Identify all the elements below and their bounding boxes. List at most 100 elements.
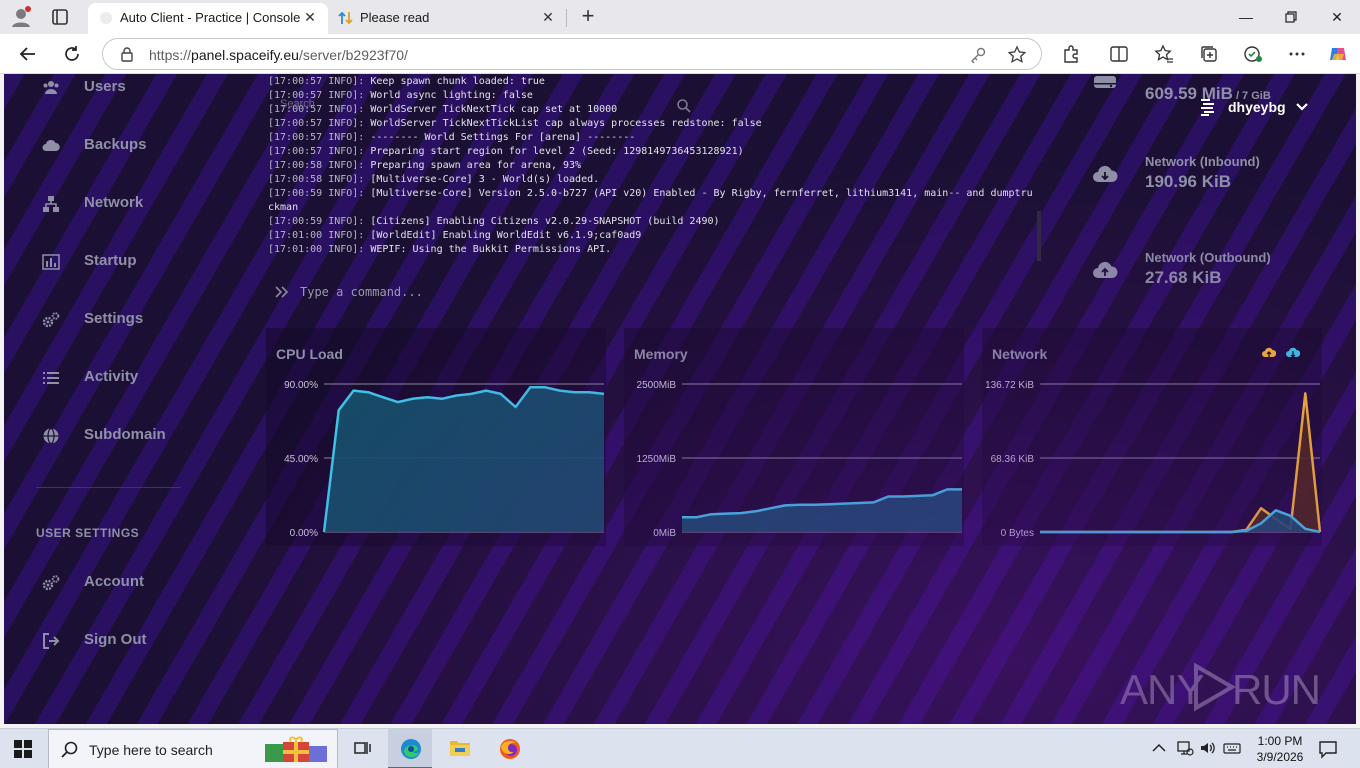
console-timestamp: [17:00:57 INFO]: xyxy=(268,132,365,143)
cpu-load-chart: 90.00% 45.00% 0.00% CPU Load xyxy=(266,328,606,546)
cloud-download-legend-icon[interactable] xyxy=(1286,346,1300,360)
globe-icon xyxy=(42,427,60,445)
console-message: [Citizens] Enabling Citizens v2.0.29-SNA… xyxy=(364,216,720,227)
taskbar-search-box[interactable]: Type here to search xyxy=(48,729,338,768)
browser-nav-bar: https://panel.spaceify.eu/server/b2923f7… xyxy=(0,34,1360,74)
console-line: ckman xyxy=(268,202,298,213)
y-tick-label: 136.72 KiB xyxy=(985,380,1034,391)
tab-actions-icon[interactable] xyxy=(48,6,72,28)
performance-icon[interactable] xyxy=(1243,44,1263,64)
console-output[interactable]: [17:00:57 INFO]: Keep spawn chunk loaded… xyxy=(266,74,1044,302)
sidebar-item-label: Network xyxy=(84,194,144,211)
notification-icon[interactable] xyxy=(1318,739,1338,759)
console-line: [17:00:59 INFO]: [Multiverse-Core] Versi… xyxy=(268,188,1033,199)
y-tick-label: 90.00% xyxy=(284,380,318,391)
chevrons-right-icon xyxy=(274,285,290,299)
favorite-star-icon[interactable] xyxy=(1007,45,1027,65)
favorites-icon[interactable] xyxy=(1154,44,1174,64)
browser-tab-bar: Auto Client - Practice | Console ✕ Pleas… xyxy=(0,0,1360,34)
edge-browser-icon[interactable] xyxy=(388,729,432,768)
page-favicon-icon xyxy=(98,10,114,26)
restore-icon[interactable] xyxy=(1279,6,1303,28)
url-text[interactable]: https://panel.spaceify.eu/server/b2923f7… xyxy=(149,47,408,63)
console-message: [Multiverse-Core] 3 - World(s) loaded. xyxy=(364,174,600,185)
console-line: [17:00:57 INFO]: Preparing start region … xyxy=(268,146,744,157)
users-icon xyxy=(42,79,60,97)
file-explorer-icon[interactable] xyxy=(437,729,481,768)
sign-out-icon xyxy=(42,632,60,650)
y-tick-label: 1250MiB xyxy=(637,454,677,465)
console-line: [17:00:58 INFO]: Preparing spawn area fo… xyxy=(268,160,581,171)
tab-please-read[interactable]: Please read ✕ xyxy=(328,3,566,34)
url-host: panel.spaceify.eu xyxy=(191,47,299,63)
console-message: Preparing spawn area for arena, 93% xyxy=(364,160,582,171)
arrows-favicon-icon xyxy=(338,10,354,26)
anyrun-watermark: ANY RUN xyxy=(1120,658,1321,714)
network-tray-icon[interactable] xyxy=(1176,739,1194,757)
network-outbound-value: 27.68 KiB xyxy=(1145,268,1222,287)
sidebar-item-label: Backups xyxy=(84,136,147,153)
cloud-upload-legend-icon[interactable] xyxy=(1262,346,1276,360)
console-timestamp: [17:01:00 INFO]: xyxy=(268,230,365,241)
close-tab-icon[interactable]: ✕ xyxy=(540,9,556,25)
y-tick-label: 0 Bytes xyxy=(1001,528,1034,539)
tab-title: Auto Client - Practice | Console xyxy=(120,10,301,25)
console-line: [17:00:57 INFO]: WorldServer TickNextTic… xyxy=(268,104,617,115)
copilot-icon[interactable] xyxy=(1328,44,1348,64)
console-message: Preparing start region for level 2 (Seed… xyxy=(364,146,744,157)
console-message: WEPIF: Using the Bukkit Permissions API. xyxy=(364,244,612,255)
console-timestamp: [17:00:59 INFO]: xyxy=(268,188,365,199)
user-menu[interactable]: dhyeybg xyxy=(1194,94,1314,120)
y-tick-label: 0MiB xyxy=(653,528,676,539)
collections-icon[interactable] xyxy=(1199,44,1219,64)
close-tab-icon[interactable]: ✕ xyxy=(302,9,318,25)
gears-icon xyxy=(42,574,60,592)
console-message: WorldServer TickNextTick cap set at 1000… xyxy=(364,104,618,115)
taskbar-clock[interactable]: 1:00 PM 3/9/2026 xyxy=(1248,733,1312,765)
y-tick-label: 68.36 KiB xyxy=(991,454,1035,465)
refresh-icon[interactable] xyxy=(60,42,84,66)
sidebar-divider xyxy=(36,487,181,488)
console-timestamp: [17:00:57 INFO]: xyxy=(268,118,365,129)
address-bar[interactable]: https://panel.spaceify.eu/server/b2923f7… xyxy=(102,38,1042,70)
split-screen-icon[interactable] xyxy=(1109,44,1129,64)
gears-icon xyxy=(42,311,60,329)
clock-date: 3/9/2026 xyxy=(1256,750,1304,764)
more-options-icon[interactable] xyxy=(1287,44,1307,64)
windows-taskbar: Type here to search 1:00 PM 3/9/2026 xyxy=(0,728,1360,768)
console-line: [17:00:57 INFO]: WorldServer TickNextTic… xyxy=(268,118,762,129)
volume-icon[interactable] xyxy=(1199,739,1217,757)
network-inbound-value: 190.96 KiB xyxy=(1145,172,1231,191)
console-message: WorldServer TickNextTickList cap always … xyxy=(364,118,762,129)
y-tick-label: 2500MiB xyxy=(637,380,677,391)
chevron-up-icon[interactable] xyxy=(1150,739,1168,757)
task-view-icon[interactable] xyxy=(340,729,384,768)
windows-start-icon[interactable] xyxy=(14,740,32,758)
watermark-any: ANY xyxy=(1120,666,1204,713)
console-line: [17:00:58 INFO]: [Multiverse-Core] 3 - W… xyxy=(268,174,599,185)
new-tab-button[interactable]: + xyxy=(576,5,600,29)
lock-icon[interactable] xyxy=(119,46,135,62)
profile-icon[interactable] xyxy=(10,6,32,28)
console-message: ckman xyxy=(268,202,299,213)
key-icon[interactable] xyxy=(969,46,987,64)
network-chart: 136.72 KiB 68.36 KiB 0 Bytes Network xyxy=(982,328,1322,546)
back-arrow-icon[interactable] xyxy=(16,42,40,66)
console-scrollbar[interactable] xyxy=(1037,211,1041,261)
minimize-icon[interactable]: — xyxy=(1234,6,1258,28)
series-area xyxy=(324,387,604,532)
y-tick-label: 0.00% xyxy=(290,528,318,539)
console-line: [17:00:57 INFO]: Keep spawn chunk loaded… xyxy=(268,76,545,87)
command-input[interactable] xyxy=(300,282,1000,302)
extensions-icon[interactable] xyxy=(1061,44,1081,64)
firefox-icon[interactable] xyxy=(487,729,531,768)
console-timestamp: [17:00:59 INFO]: xyxy=(268,216,365,227)
network-inbound-stat: Network (Inbound) 190.96 KiB xyxy=(1090,154,1340,214)
close-window-icon[interactable]: ✕ xyxy=(1325,6,1349,28)
search-icon[interactable] xyxy=(676,98,692,114)
taskbar-search-placeholder: Type here to search xyxy=(89,742,213,758)
console-message: [WorldEdit] Enabling WorldEdit v6.1.9;ca… xyxy=(364,230,642,241)
keyboard-layout-icon[interactable] xyxy=(1223,739,1241,757)
tab-console[interactable]: Auto Client - Practice | Console ✕ xyxy=(88,3,328,34)
sidebar-item-label: Activity xyxy=(84,368,139,385)
